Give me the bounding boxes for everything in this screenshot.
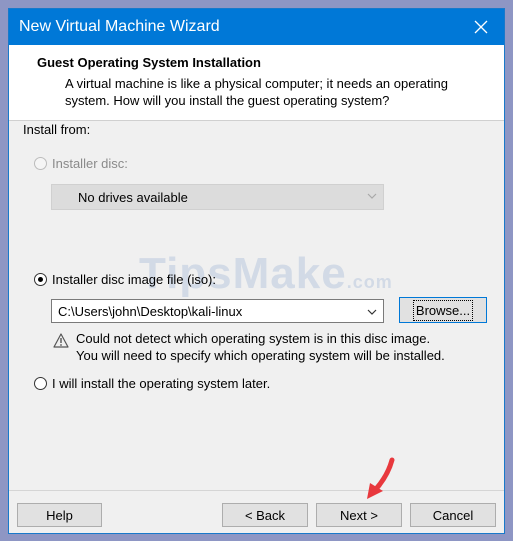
browse-button-label: Browse... — [412, 299, 474, 321]
warning-line-1: Could not detect which operating system … — [76, 331, 431, 346]
cancel-button[interactable]: Cancel — [410, 503, 496, 527]
install-later-label: I will install the operating system late… — [52, 376, 271, 391]
chevron-down-icon — [367, 193, 377, 199]
warning-line-2: You will need to specify which operating… — [76, 348, 445, 363]
next-button-label: Next > — [340, 507, 378, 523]
window-title: New Virtual Machine Wizard — [19, 18, 220, 35]
iso-path-combobox[interactable]: C:\Users\john\Desktop\kali-linux — [51, 299, 384, 323]
back-button[interactable]: < Back — [222, 503, 308, 527]
close-button[interactable] — [458, 9, 504, 45]
iso-radio[interactable] — [34, 273, 47, 286]
drive-dropdown[interactable]: No drives available — [51, 184, 384, 210]
chevron-down-icon — [367, 309, 377, 315]
installer-disc-label: Installer disc: — [52, 156, 128, 171]
footer-divider — [9, 490, 504, 491]
iso-path-value: C:\Users\john\Desktop\kali-linux — [58, 304, 243, 319]
install-from-label: Install from: — [23, 122, 91, 137]
wizard-header: Guest Operating System Installation A vi… — [9, 45, 504, 121]
close-icon — [474, 20, 488, 34]
back-button-label: < Back — [244, 507, 286, 523]
title-bar: New Virtual Machine Wizard — [9, 9, 504, 45]
drive-dropdown-value: No drives available — [78, 190, 188, 205]
header-title: Guest Operating System Installation — [37, 55, 261, 70]
header-description: A virtual machine is like a physical com… — [65, 76, 448, 108]
wizard-window: New Virtual Machine Wizard Guest Operati… — [8, 8, 505, 534]
cancel-button-label: Cancel — [432, 507, 474, 523]
help-button-label: Help — [46, 507, 73, 523]
browse-button[interactable]: Browse... — [399, 297, 487, 323]
install-later-radio[interactable] — [34, 377, 47, 390]
installer-disc-radio[interactable] — [34, 157, 47, 170]
red-arrow-icon — [367, 457, 395, 499]
next-button[interactable]: Next > — [316, 503, 402, 527]
iso-label: Installer disc image file (iso): — [52, 272, 216, 287]
warning-icon — [53, 333, 69, 348]
help-button[interactable]: Help — [17, 503, 102, 527]
